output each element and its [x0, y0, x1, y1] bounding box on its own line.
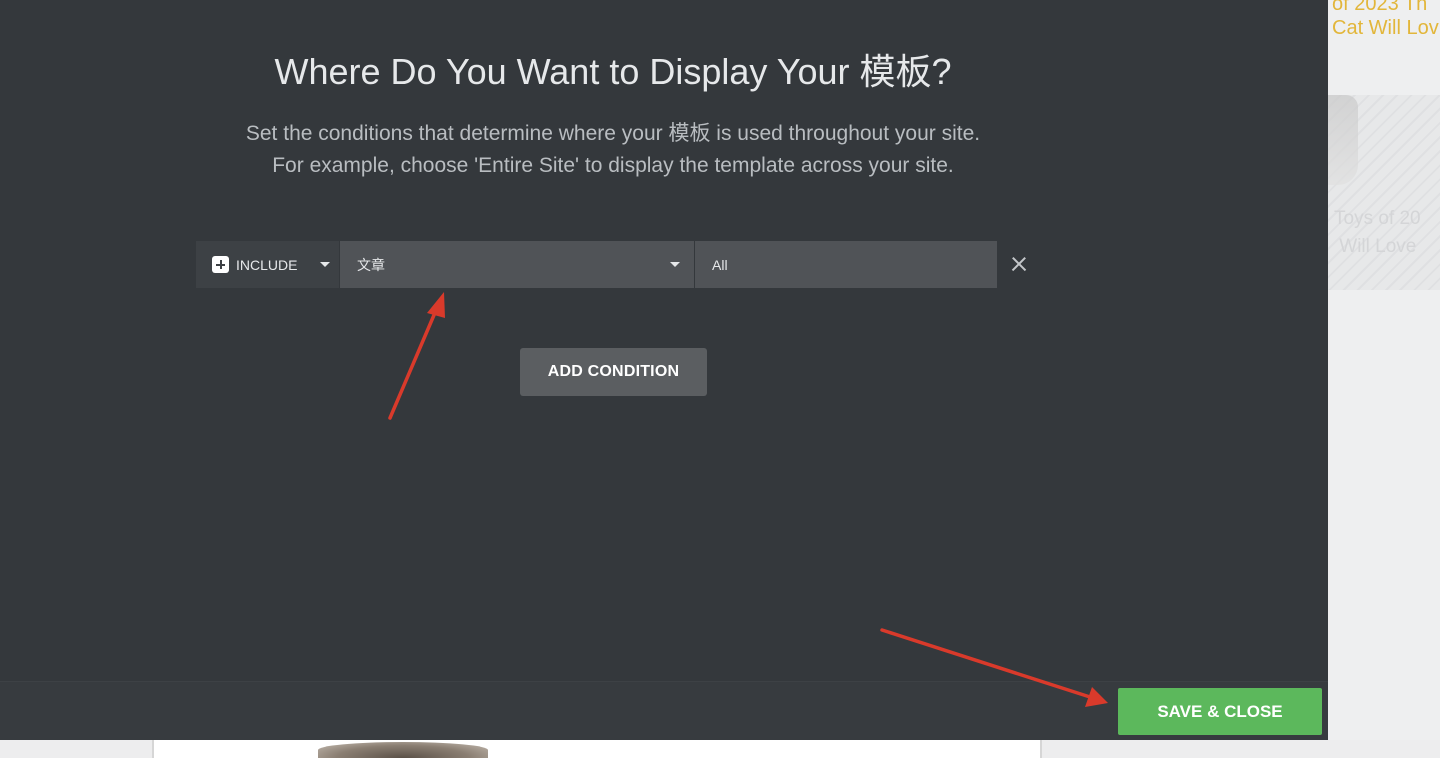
plus-square-icon — [212, 256, 229, 273]
modal-description: Set the conditions that determine where … — [0, 118, 1226, 182]
add-condition-button[interactable]: ADD CONDITION — [520, 348, 707, 396]
background-article-headline: of 2023 Th Cat Will Lov — [1332, 0, 1440, 40]
save-and-close-button[interactable]: SAVE & CLOSE — [1118, 688, 1322, 735]
condition-type-select[interactable]: INCLUDE — [196, 241, 339, 288]
background-cat-image — [318, 742, 488, 758]
background-bottom-card — [152, 740, 1042, 758]
background-article-card: Toys of 20 Will Love — [1328, 95, 1440, 290]
background-card-title-line-1: Toys of 20 — [1334, 208, 1421, 229]
caret-down-icon — [670, 262, 680, 267]
modal-description-line-1: Set the conditions that determine where … — [245, 122, 981, 145]
modal-description-line-2: For example, choose 'Entire Site' to dis… — [272, 154, 954, 177]
caret-down-icon — [320, 262, 331, 267]
condition-sub-name-select[interactable]: All — [695, 241, 997, 288]
background-card-thumbnail — [1328, 95, 1358, 185]
background-card-title: Toys of 20 Will Love — [1334, 205, 1421, 261]
condition-sub-name-value: All — [712, 256, 728, 273]
condition-type-label: INCLUDE — [236, 256, 298, 273]
remove-condition-close-icon[interactable] — [1008, 253, 1030, 275]
modal-title: Where Do You Want to Display Your 模板? — [274, 51, 952, 92]
background-headline-line-1: of 2023 Th — [1332, 0, 1428, 15]
condition-name-value: 文章 — [357, 256, 385, 273]
background-card-title-line-2: Will Love — [1334, 236, 1417, 257]
background-page: of 2023 Th Cat Will Lov Toys of 20 Will … — [1328, 0, 1440, 758]
condition-name-select[interactable]: 文章 — [340, 241, 694, 288]
condition-row: INCLUDE 文章 All — [196, 241, 997, 288]
display-conditions-modal: Where Do You Want to Display Your 模板? Se… — [0, 0, 1328, 740]
background-headline-line-2: Cat Will Lov — [1332, 17, 1439, 39]
